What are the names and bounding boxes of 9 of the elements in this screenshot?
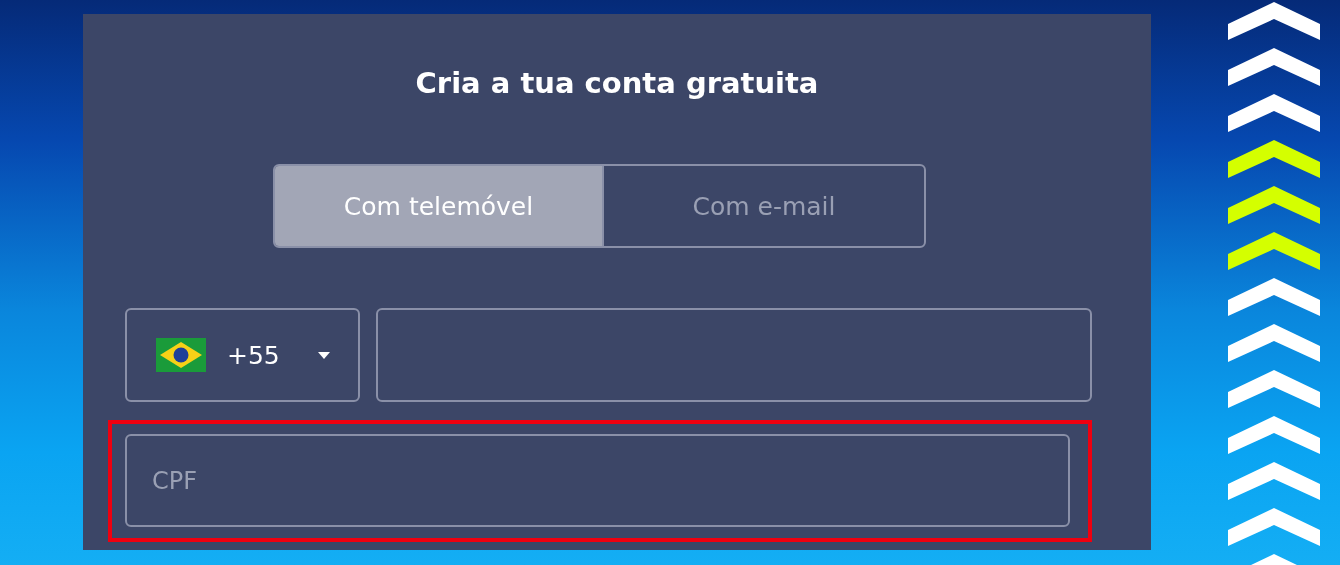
- form-title: Cria a tua conta gratuita: [414, 65, 820, 102]
- country-code: +55: [227, 340, 280, 370]
- tab[interactable]: Com e-mail: [602, 166, 924, 246]
- country-select[interactable]: +55: [125, 308, 360, 402]
- tab[interactable]: Com telemóvel: [275, 166, 602, 246]
- cpf-field[interactable]: CPF: [125, 434, 1070, 527]
- phone-field[interactable]: [376, 308, 1092, 402]
- flag-icon: [156, 338, 206, 372]
- caret-icon: [317, 351, 330, 359]
